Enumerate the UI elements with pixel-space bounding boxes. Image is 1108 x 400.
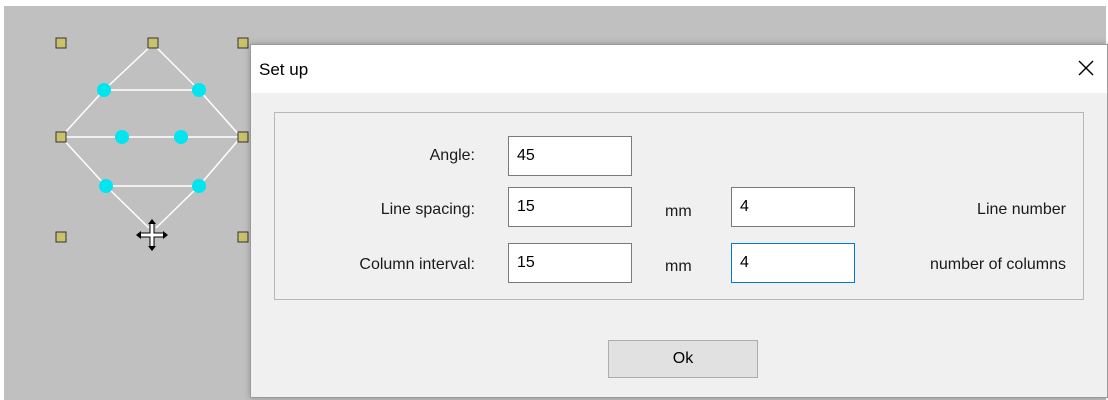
column-interval-input[interactable] xyxy=(508,243,632,283)
control-point-icon xyxy=(97,83,111,97)
columns-label: number of columns xyxy=(929,256,1066,273)
diamond-shape-lines xyxy=(60,43,242,229)
selection-handle-icon xyxy=(55,231,67,243)
selection-handle-icon xyxy=(55,37,67,49)
control-point-icon xyxy=(174,130,188,144)
ok-button[interactable]: Ok xyxy=(608,340,758,378)
control-points xyxy=(97,83,206,193)
columns-input[interactable] xyxy=(731,243,855,283)
line-spacing-input[interactable] xyxy=(508,187,632,227)
selection-handles[interactable] xyxy=(55,37,249,243)
column-interval-unit: mm xyxy=(665,258,692,275)
dialog-title: Set up xyxy=(259,60,309,79)
crosshair-move-cursor-icon xyxy=(136,219,168,251)
angle-label: Angle: xyxy=(429,147,475,164)
dialog-titlebar[interactable]: Set up xyxy=(251,45,1107,93)
selection-handle-icon xyxy=(55,131,67,143)
control-point-icon xyxy=(99,179,113,193)
angle-input[interactable] xyxy=(508,136,632,176)
control-point-icon xyxy=(192,83,206,97)
selection-handle-icon xyxy=(237,231,249,243)
selection-handle-icon xyxy=(147,37,159,49)
selection-handle-icon xyxy=(237,131,249,143)
line-number-label: Line number xyxy=(977,201,1066,218)
close-button[interactable] xyxy=(1071,53,1101,83)
column-interval-label: Column interval: xyxy=(359,256,475,273)
line-spacing-unit: mm xyxy=(665,203,692,220)
line-number-input[interactable] xyxy=(731,187,855,227)
close-icon xyxy=(1078,60,1094,76)
line-spacing-label: Line spacing: xyxy=(380,201,475,218)
setup-dialog: Set up Angle: Line spacing: mm Line numb… xyxy=(250,44,1108,398)
selection-handle-icon xyxy=(237,37,249,49)
control-point-icon xyxy=(192,179,206,193)
control-point-icon xyxy=(115,130,129,144)
